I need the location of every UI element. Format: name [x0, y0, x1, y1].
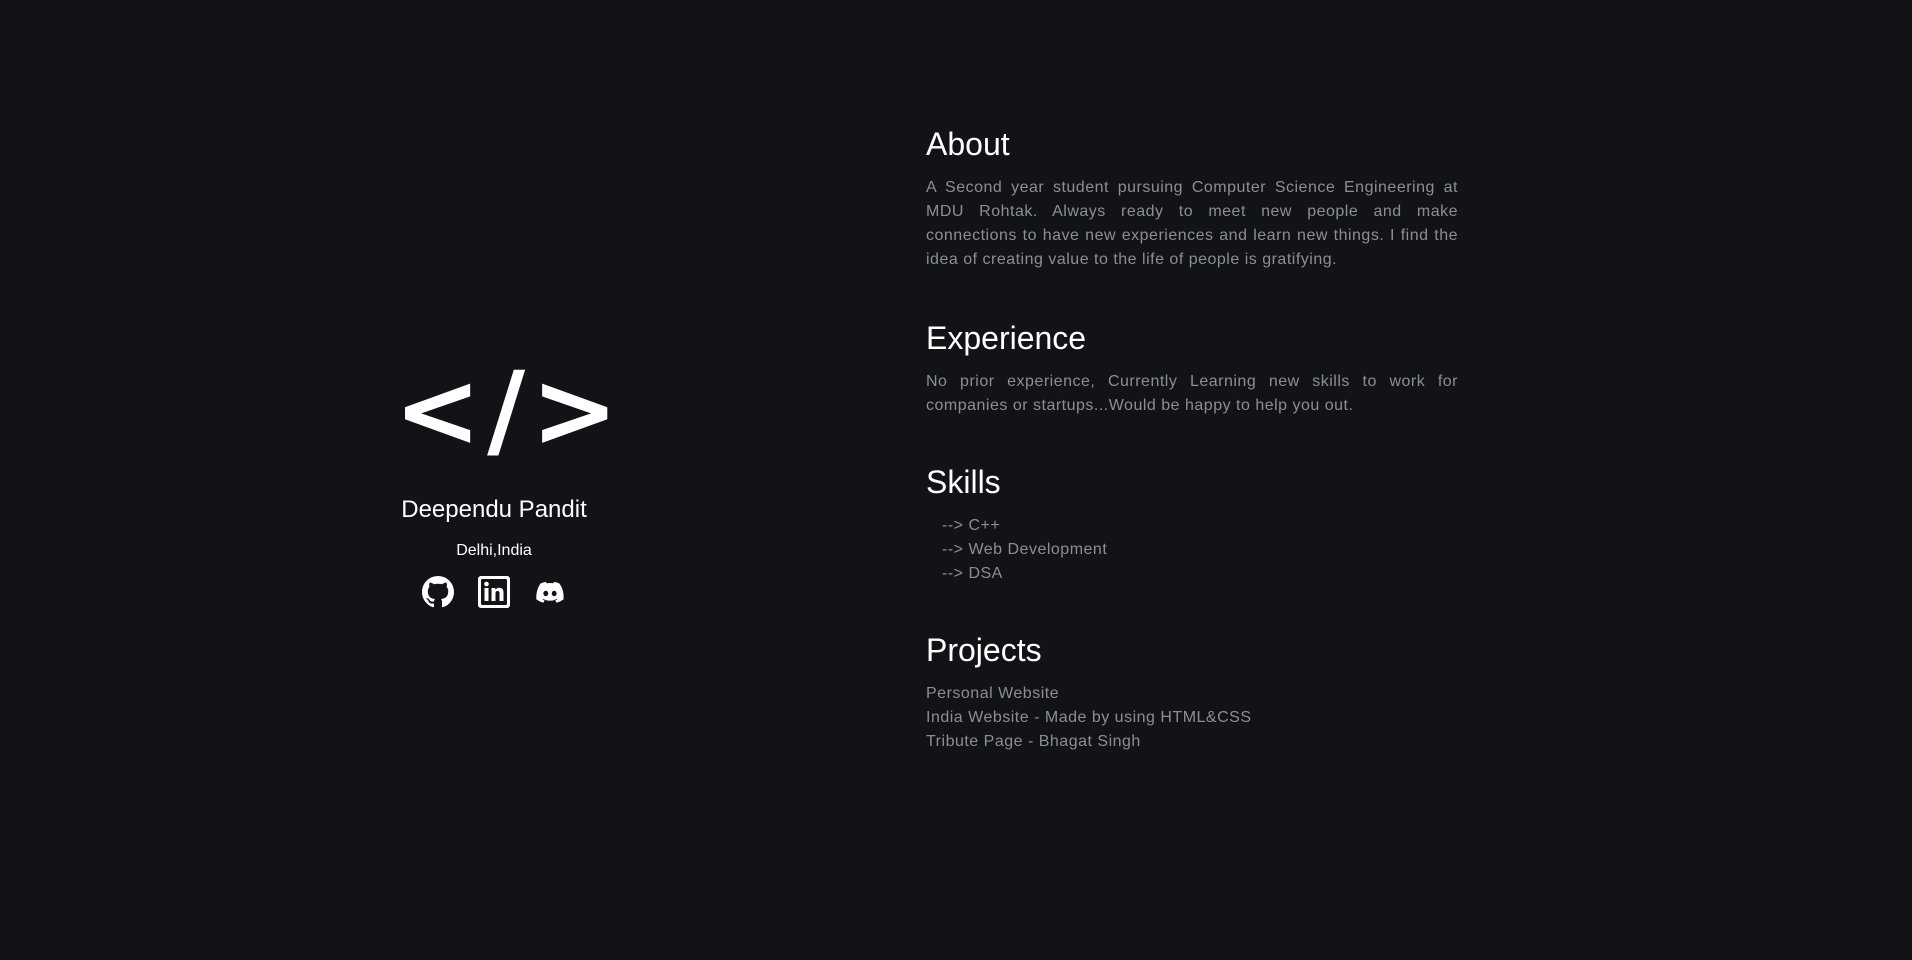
project-item[interactable]: Personal Website — [926, 682, 1458, 706]
experience-section: Experience No prior experience, Currentl… — [926, 314, 1458, 418]
main-content: About A Second year student pursuing Com… — [926, 120, 1458, 754]
linkedin-icon — [477, 575, 511, 609]
about-text: A Second year student pursuing Computer … — [926, 179, 1458, 268]
profile-name: Deependu Pandit — [401, 496, 587, 523]
skill-item: --> C++ — [942, 517, 1001, 534]
project-item[interactable]: India Website - Made by using HTML&CSS — [926, 706, 1458, 730]
projects-section: Projects Personal Website India Website … — [926, 626, 1458, 754]
linkedin-link[interactable] — [477, 575, 511, 609]
page: </> Deependu Pandit Delhi,India About A … — [0, 0, 1912, 960]
projects-list: Personal Website India Website - Made by… — [926, 682, 1458, 754]
discord-link[interactable] — [533, 575, 567, 609]
projects-heading: Projects — [926, 632, 1042, 668]
github-link[interactable] — [421, 575, 455, 609]
skills-section: Skills --> C++ --> Web Development --> D… — [926, 458, 1458, 586]
profile-location: Delhi,India — [456, 542, 532, 559]
skills-list: --> C++ --> Web Development --> DSA — [926, 514, 1458, 586]
experience-heading: Experience — [926, 320, 1087, 356]
experience-text: No prior experience, Currently Learning … — [926, 373, 1458, 414]
project-item[interactable]: Tribute Page - Bhagat Singh — [926, 730, 1458, 754]
skill-item: --> Web Development — [942, 541, 1108, 558]
social-links — [394, 575, 594, 609]
about-section: About A Second year student pursuing Com… — [926, 120, 1458, 272]
skill-item: --> DSA — [942, 565, 1003, 582]
discord-icon — [534, 576, 566, 608]
code-logo: </> — [394, 349, 625, 471]
github-icon — [422, 576, 454, 608]
profile-card: </> Deependu Pandit Delhi,India — [394, 349, 625, 609]
skills-heading: Skills — [926, 464, 1001, 500]
about-heading: About — [926, 126, 1010, 162]
